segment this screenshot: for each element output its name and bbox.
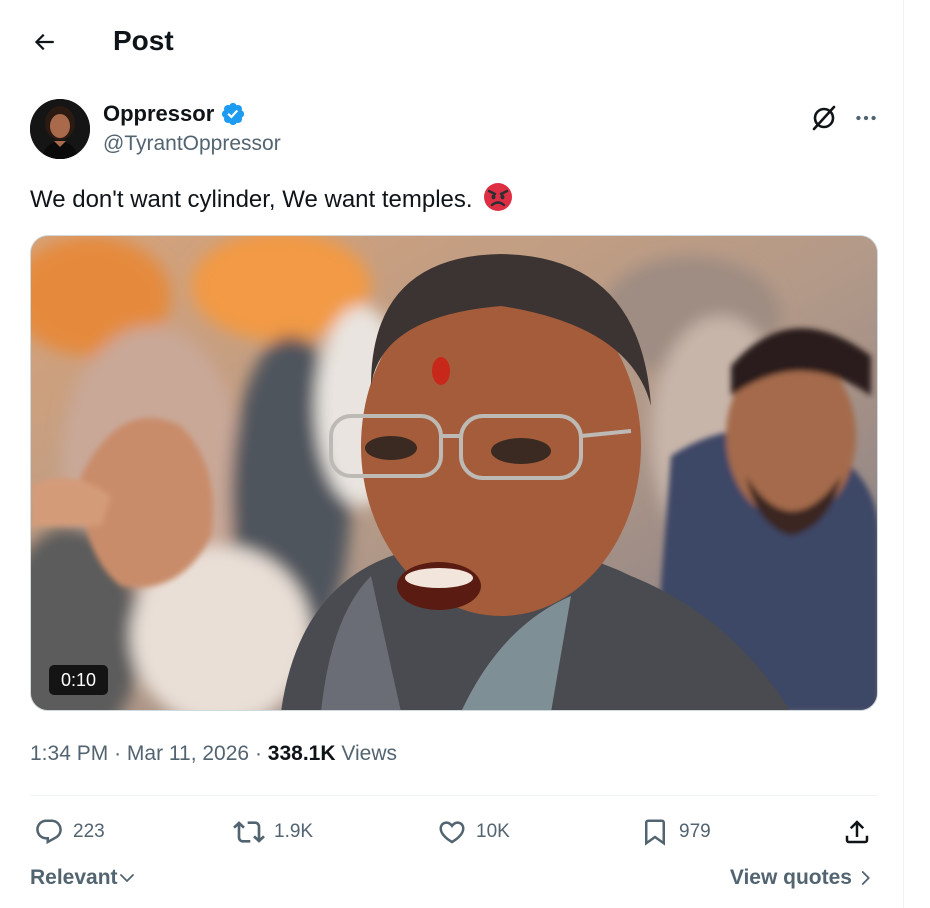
author-handle[interactable]: @TyrantOppressor	[103, 131, 281, 157]
repost-button[interactable]: 1.9K	[233, 812, 313, 852]
meta-separator: ·	[114, 742, 122, 765]
post-meta: 1:34 PM · Mar 11, 2026 · 338.1K Views	[30, 740, 397, 768]
angry-face-emoji	[484, 183, 513, 211]
sort-dropdown[interactable]: Relevant	[30, 866, 136, 890]
sort-label: Relevant	[30, 866, 118, 889]
replies-footer: Relevant View quotes	[30, 864, 878, 896]
arrow-left-icon	[34, 33, 54, 51]
share-button[interactable]	[842, 812, 872, 852]
bookmark-count: 979	[679, 821, 711, 842]
video-duration: 0:10	[49, 665, 109, 695]
views-count[interactable]: 338.1K	[268, 742, 336, 765]
author-display-name[interactable]: Oppressor	[103, 101, 214, 127]
grok-icon	[812, 105, 836, 131]
bookmark-icon	[645, 819, 665, 846]
reply-button[interactable]: 223	[34, 812, 105, 852]
header: Post	[0, 0, 904, 84]
chevron-right-icon	[861, 871, 870, 885]
view-quotes-link[interactable]: View quotes	[730, 866, 874, 890]
video-player[interactable]: 0:10	[30, 235, 878, 711]
like-count: 10K	[476, 821, 510, 842]
verified-badge-icon	[221, 102, 245, 126]
meta-separator: ·	[254, 742, 262, 765]
more-button[interactable]	[846, 100, 886, 136]
tweet-text: We don't want cylinder, We want temples.	[30, 182, 513, 216]
avatar-image	[30, 99, 90, 159]
view-quotes-label: View quotes	[729, 866, 852, 889]
chevron-down-icon	[119, 874, 134, 882]
share-icon	[845, 820, 869, 844]
post-detail-panel: Post Oppressor @TyrantOppressor We don't…	[0, 0, 904, 908]
tweet-text-content: We don't want cylinder, We want temples.	[30, 186, 473, 213]
post-date[interactable]: Mar 11, 2026	[127, 742, 249, 765]
video-thumbnail	[31, 236, 877, 710]
repost-count: 1.9K	[274, 821, 314, 842]
views-label: Views	[341, 742, 397, 765]
bookmark-button[interactable]: 979	[640, 812, 711, 852]
grok-button[interactable]	[806, 100, 842, 136]
avatar[interactable]	[30, 99, 90, 159]
back-button[interactable]	[24, 22, 64, 62]
page-title: Post	[113, 25, 174, 56]
divider	[30, 795, 878, 796]
post-time[interactable]: 1:34 PM	[30, 742, 108, 765]
reply-icon	[36, 819, 62, 845]
like-button[interactable]: 10K	[437, 812, 510, 852]
more-icon	[856, 115, 876, 121]
heart-icon	[439, 821, 465, 844]
action-bar: 223 1.9K 10K 979	[30, 812, 878, 852]
reply-count: 223	[73, 821, 105, 842]
repost-icon	[233, 821, 265, 843]
